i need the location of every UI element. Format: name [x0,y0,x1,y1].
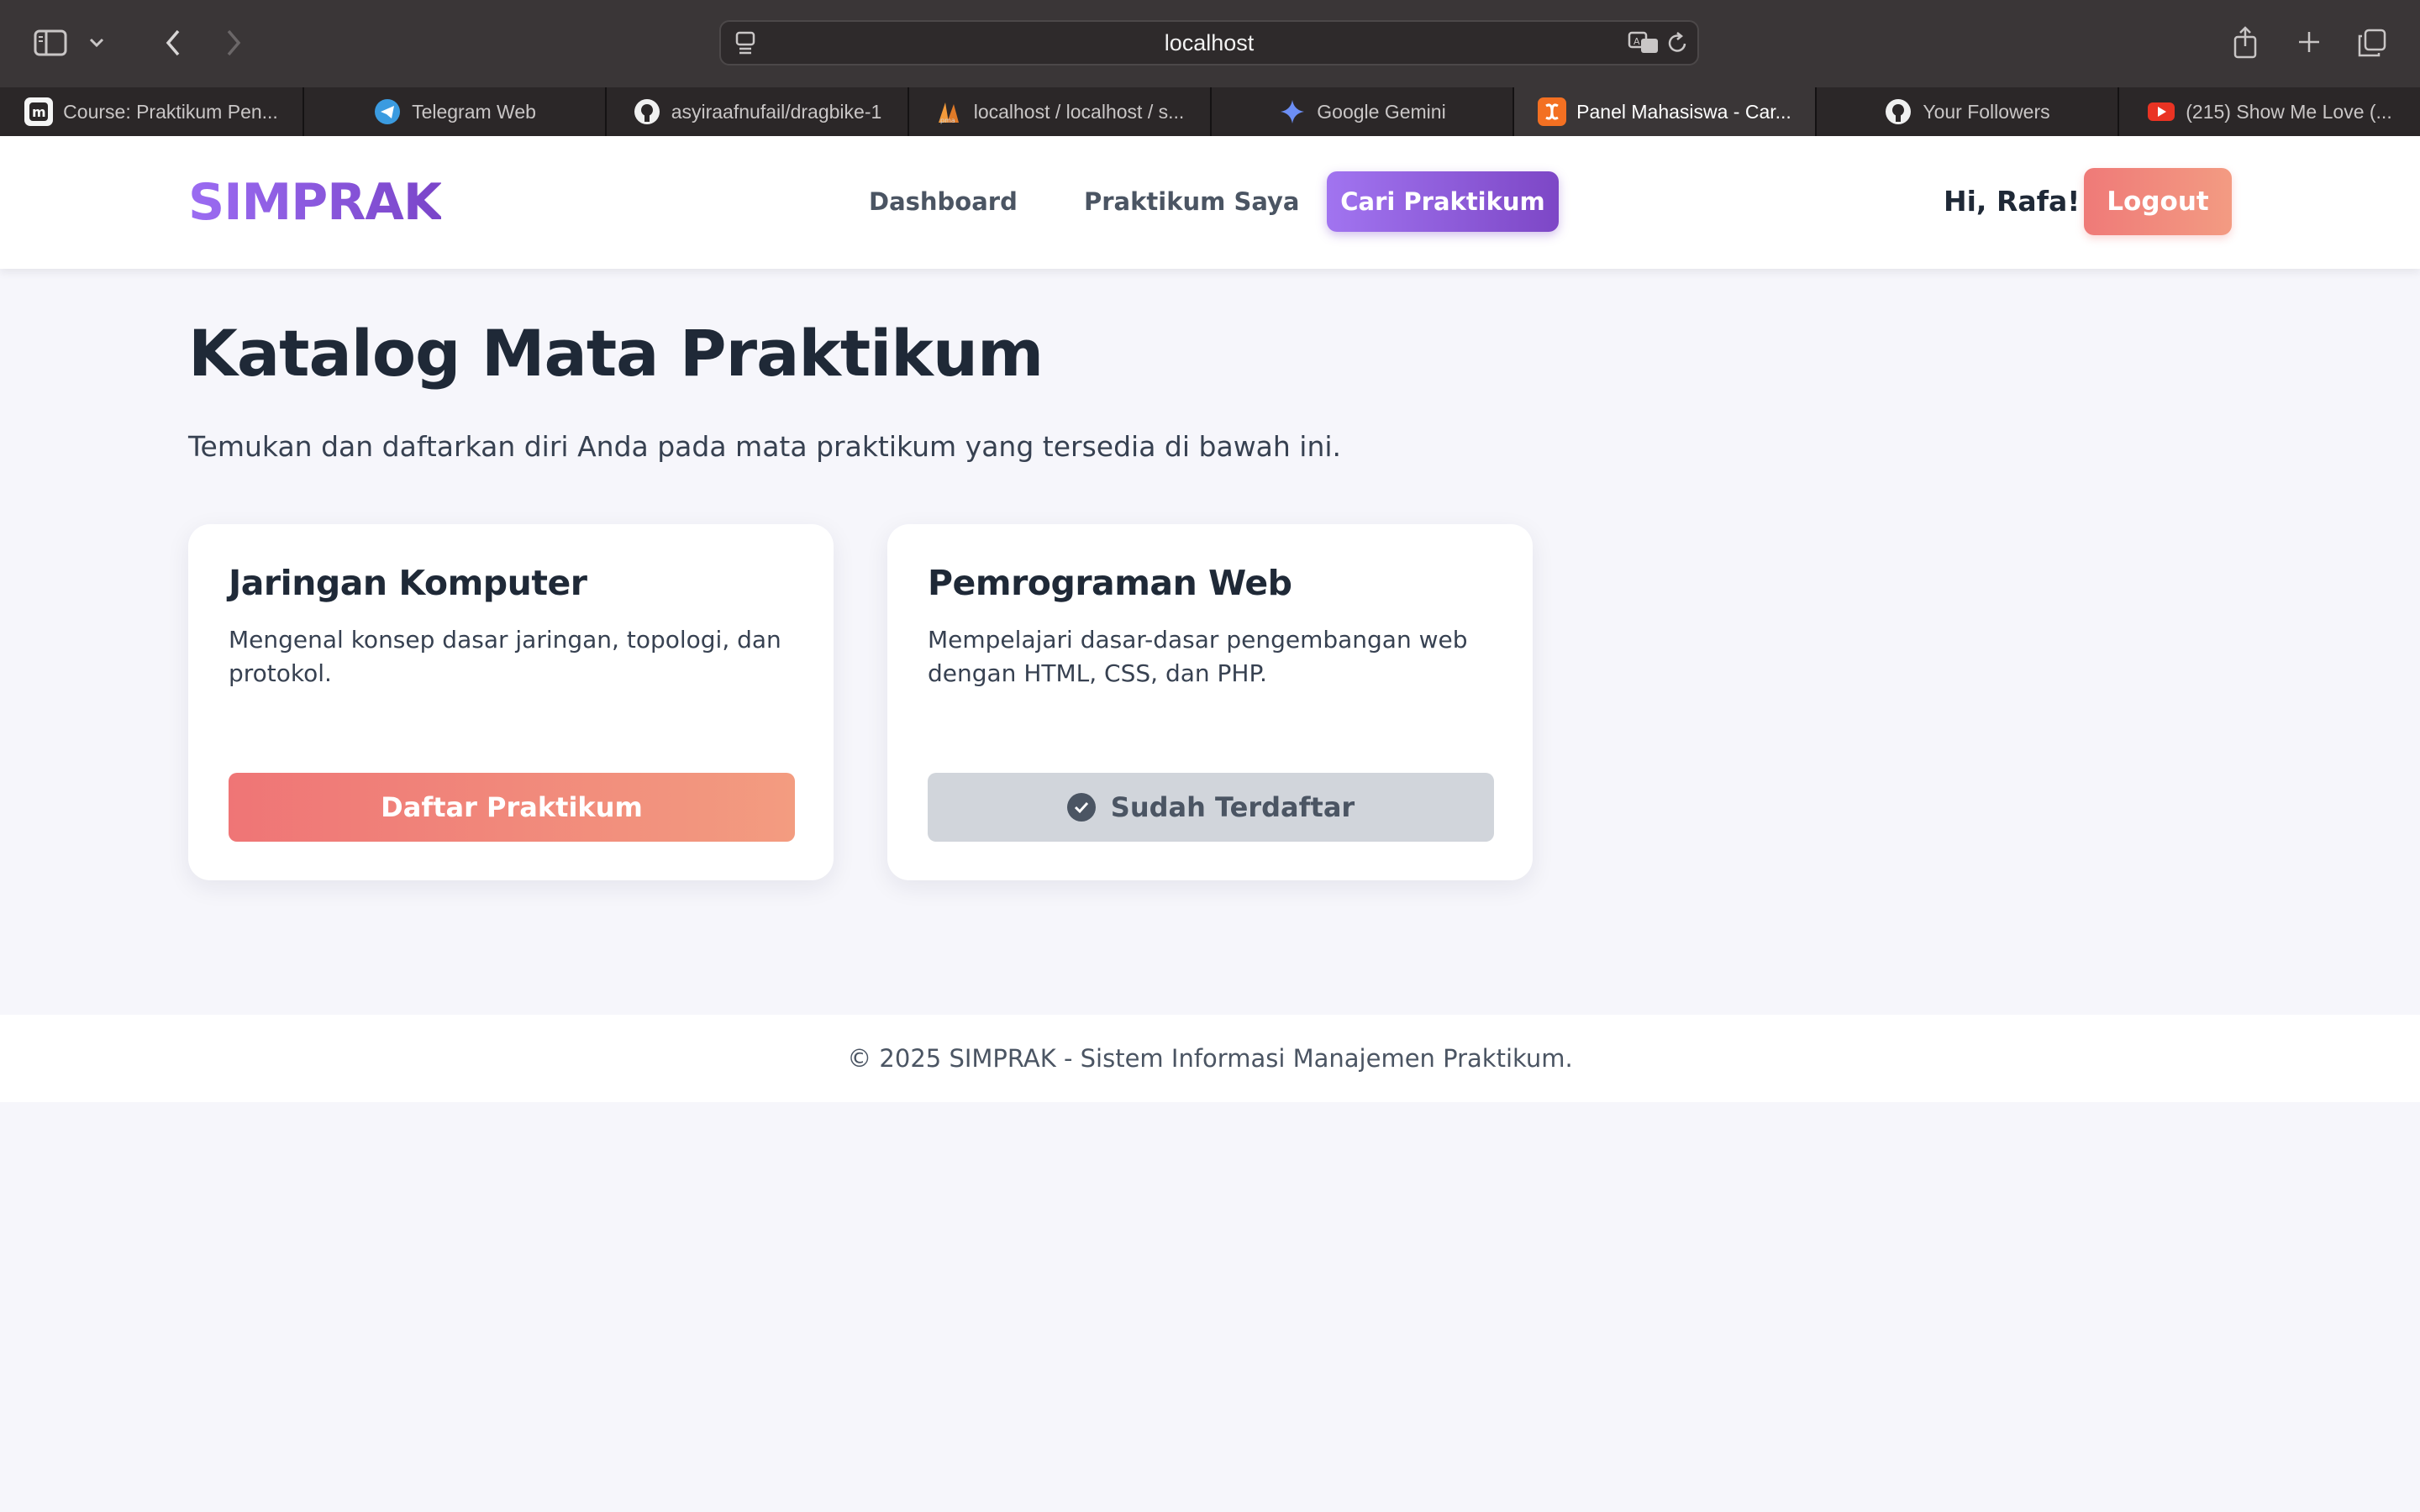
course-title: Pemrograman Web [928,563,1292,603]
chevron-down-icon[interactable] [84,32,109,54]
browser-tab[interactable]: Google Gemini [1210,87,1512,136]
reload-icon[interactable] [1665,30,1691,55]
browser-tab-active[interactable]: Panel Mahasiswa - Car... [1512,87,1815,136]
url-text: localhost [1164,30,1255,55]
course-title: Jaringan Komputer [229,563,587,603]
web-page: SIMPRAK Dashboard Praktikum Saya Cari Pr… [0,136,2420,1512]
nav-link-praktikum-saya[interactable]: Praktikum Saya [1059,171,1325,232]
browser-tab[interactable]: pma localhost / localhost / s... [908,87,1210,136]
enrolled-status-button: Sudah Terdaftar [928,773,1494,842]
svg-text:m: m [32,104,46,120]
github-icon [633,97,661,126]
register-course-button[interactable]: Daftar Praktikum [229,773,795,842]
browser-tab[interactable]: m Course: Praktikum Pen... [0,87,302,136]
tab-bar: m Course: Praktikum Pen... Telegram Web … [0,87,2420,136]
course-card: Pemrograman Web Mempelajari dasar-dasar … [887,524,1533,880]
share-icon[interactable] [2228,22,2262,62]
site-footer: © 2025 SIMPRAK - Sistem Informasi Manaje… [0,1015,2420,1102]
user-greeting: Hi, Rafa! [1944,185,2081,218]
course-card: Jaringan Komputer Mengenal konsep dasar … [188,524,834,880]
logout-button[interactable]: Logout [2084,168,2232,235]
browser-tab[interactable]: Telegram Web [302,87,605,136]
browser-toolbar: localhost A [0,0,2420,87]
new-tab-icon[interactable] [2292,25,2326,59]
course-description: Mengenal konsep dasar jaringan, topologi… [229,626,781,687]
svg-text:A: A [1634,36,1640,47]
telegram-icon [373,97,402,126]
page-subtitle: Temukan dan daftarkan diri Anda pada mat… [188,430,1342,463]
address-bar[interactable]: localhost A [719,20,1699,66]
youtube-icon [2147,97,2175,126]
github-icon [1884,97,1912,126]
browser-tab[interactable]: Your Followers [1815,87,2118,136]
enrolled-status-label: Sudah Terdaftar [1110,791,1355,823]
browser-tab[interactable]: asyiraafnufail/dragbike-1 [605,87,908,136]
translate-icon[interactable]: A [1627,30,1660,55]
page-title: Katalog Mata Praktikum [188,316,1044,391]
course-description: Mempelajari dasar-dasar pengembangan web… [928,626,1468,687]
nav-link-dashboard[interactable]: Dashboard [844,171,1043,232]
tab-overview-icon[interactable] [2354,25,2390,60]
svg-text:pma: pma [940,117,955,124]
forward-icon[interactable] [218,25,249,60]
browser-tab[interactable]: (215) Show Me Love (... [2118,87,2420,136]
sidebar-toggle-icon[interactable] [32,25,69,60]
check-circle-icon [1066,793,1096,822]
gemini-icon [1278,97,1307,126]
nav-link-cari-praktikum[interactable]: Cari Praktikum [1327,171,1559,232]
phpmyadmin-icon: pma [935,97,964,126]
xampp-icon [1538,97,1567,126]
site-header: SIMPRAK Dashboard Praktikum Saya Cari Pr… [0,136,2420,269]
back-icon[interactable] [158,25,188,60]
moodle-icon: m [24,97,54,126]
